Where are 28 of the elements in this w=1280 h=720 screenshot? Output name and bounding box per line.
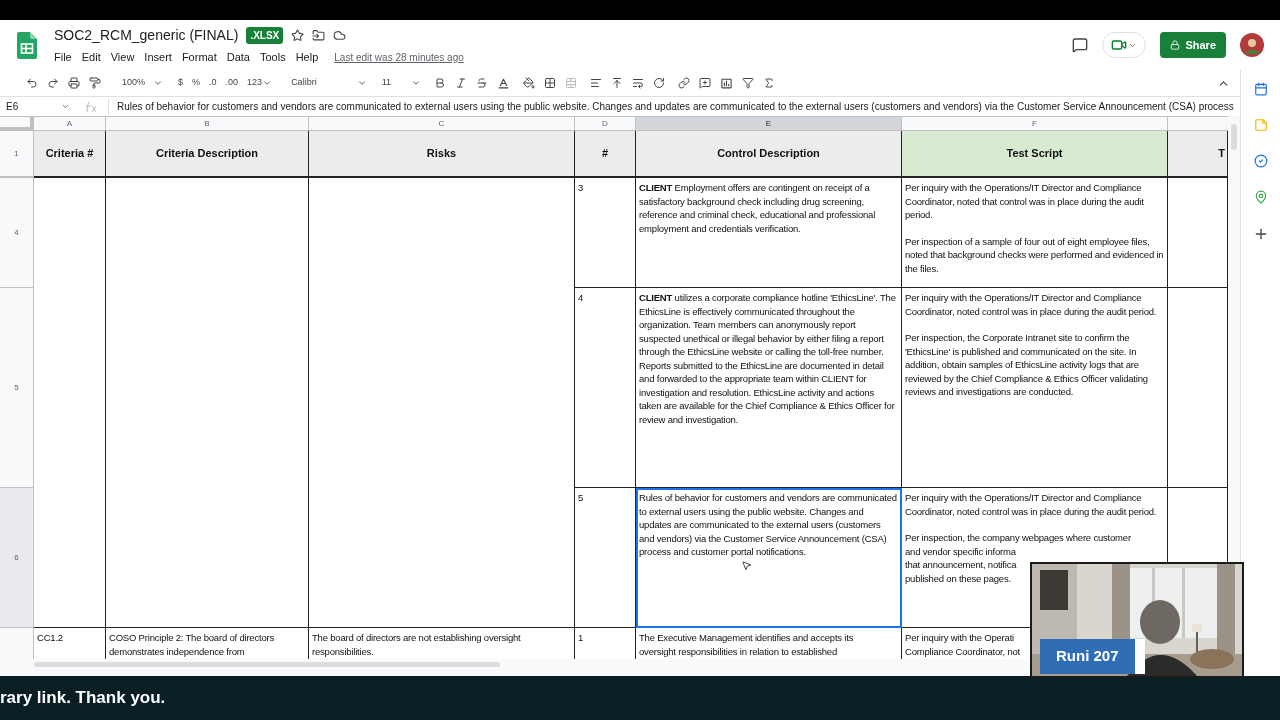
- cell-text: demonstrates independence from: [109, 644, 245, 658]
- cell-text: Rules of behavior for customers and vendors are communicated to external users using the public website. Changes and updates are communicated to the external users (customers and vendors) via the Customer Service Announcement (CSA) process and customer portal notifications.: [639, 491, 898, 559]
- cell-text: COSO Principle 2: The board of directors: [109, 631, 274, 645]
- cell-text: 3: [578, 181, 585, 195]
- cell-text: 4: [578, 291, 585, 305]
- cell-text: CLIENT Employment offers are contingent on receipt of a satisfactory background check including drug screening, reference and criminal check, educational and professional employment and credentials verification.: [639, 181, 877, 235]
- cell-text: CC1.2: [37, 631, 63, 645]
- cell-text: The board of directors are not establishing oversight: [312, 631, 521, 645]
- cell-text: published on these pages.: [905, 571, 1011, 585]
- cell-text: that announcement, notifica: [905, 558, 1017, 572]
- cell-text: 5: [578, 491, 585, 505]
- cell-text: 1: [578, 631, 584, 645]
- cell-text: and vendor specific informa: [905, 544, 1016, 558]
- cell-text: Per inquiry with the Operations/IT Director and Compliance Coordinator, noted control was in place during the audit period.: [905, 491, 1158, 518]
- participant-name: Runi 207: [1040, 639, 1135, 674]
- cell-text: Per inquiry with the Operati: [905, 631, 1014, 645]
- cell-text: Per inquiry with the Operations/IT Director and Compliance Coordinator, noted control was in place during the audit period.: [905, 291, 1158, 318]
- file-type-badge: .XLSX: [246, 26, 284, 44]
- cell-text: Per inspection, the Corporate Intranet site to confirm the 'EthicsLine' is published and communicated on the site. In addition, obtain samples of EthicsLine activity logs that are reviewed by the Chief Compliance & Ethics Officer validating reviews and investigations are conducted.: [905, 331, 1149, 399]
- cell-text: Compliance Coordinator, not: [905, 644, 1020, 658]
- cell-text: The Executive Management identifies and accepts its: [639, 631, 854, 645]
- caption-text: rary link. Thank you.: [0, 687, 166, 710]
- cell-text: responsibilities.: [312, 644, 374, 658]
- cell-text: oversight responsibilities in relation to established: [639, 644, 837, 658]
- cell-text: Per inquiry with the Operations/IT Director and Compliance Coordinator, noted that control was in place during the audit period.: [905, 181, 1145, 222]
- cell-text: Per inspection of a sample of four out of eight employee files, noted that background checks were performed and evidenced in the files.: [905, 234, 1164, 275]
- cell-text: Per inspection, the company webpages where customer: [905, 531, 1131, 545]
- cell-text: CLIENT utilizes a corporate compliance hotline 'EthicsLine'. The EthicsLine is effectively communicated throughout the organization. Team members can anonymously report suspected unethical or illegal behavior by either filing a report through the EthicsLine website or calling the toll-free number. Reports submitted to the EthicsLine are documented in detail and forwarded to the appropriate team within CLIENT for investigation and resolution. EthicsLine activity and actions taken are available for the Chief Compliance & Ethics Officer for review and investigation.: [639, 291, 897, 426]
